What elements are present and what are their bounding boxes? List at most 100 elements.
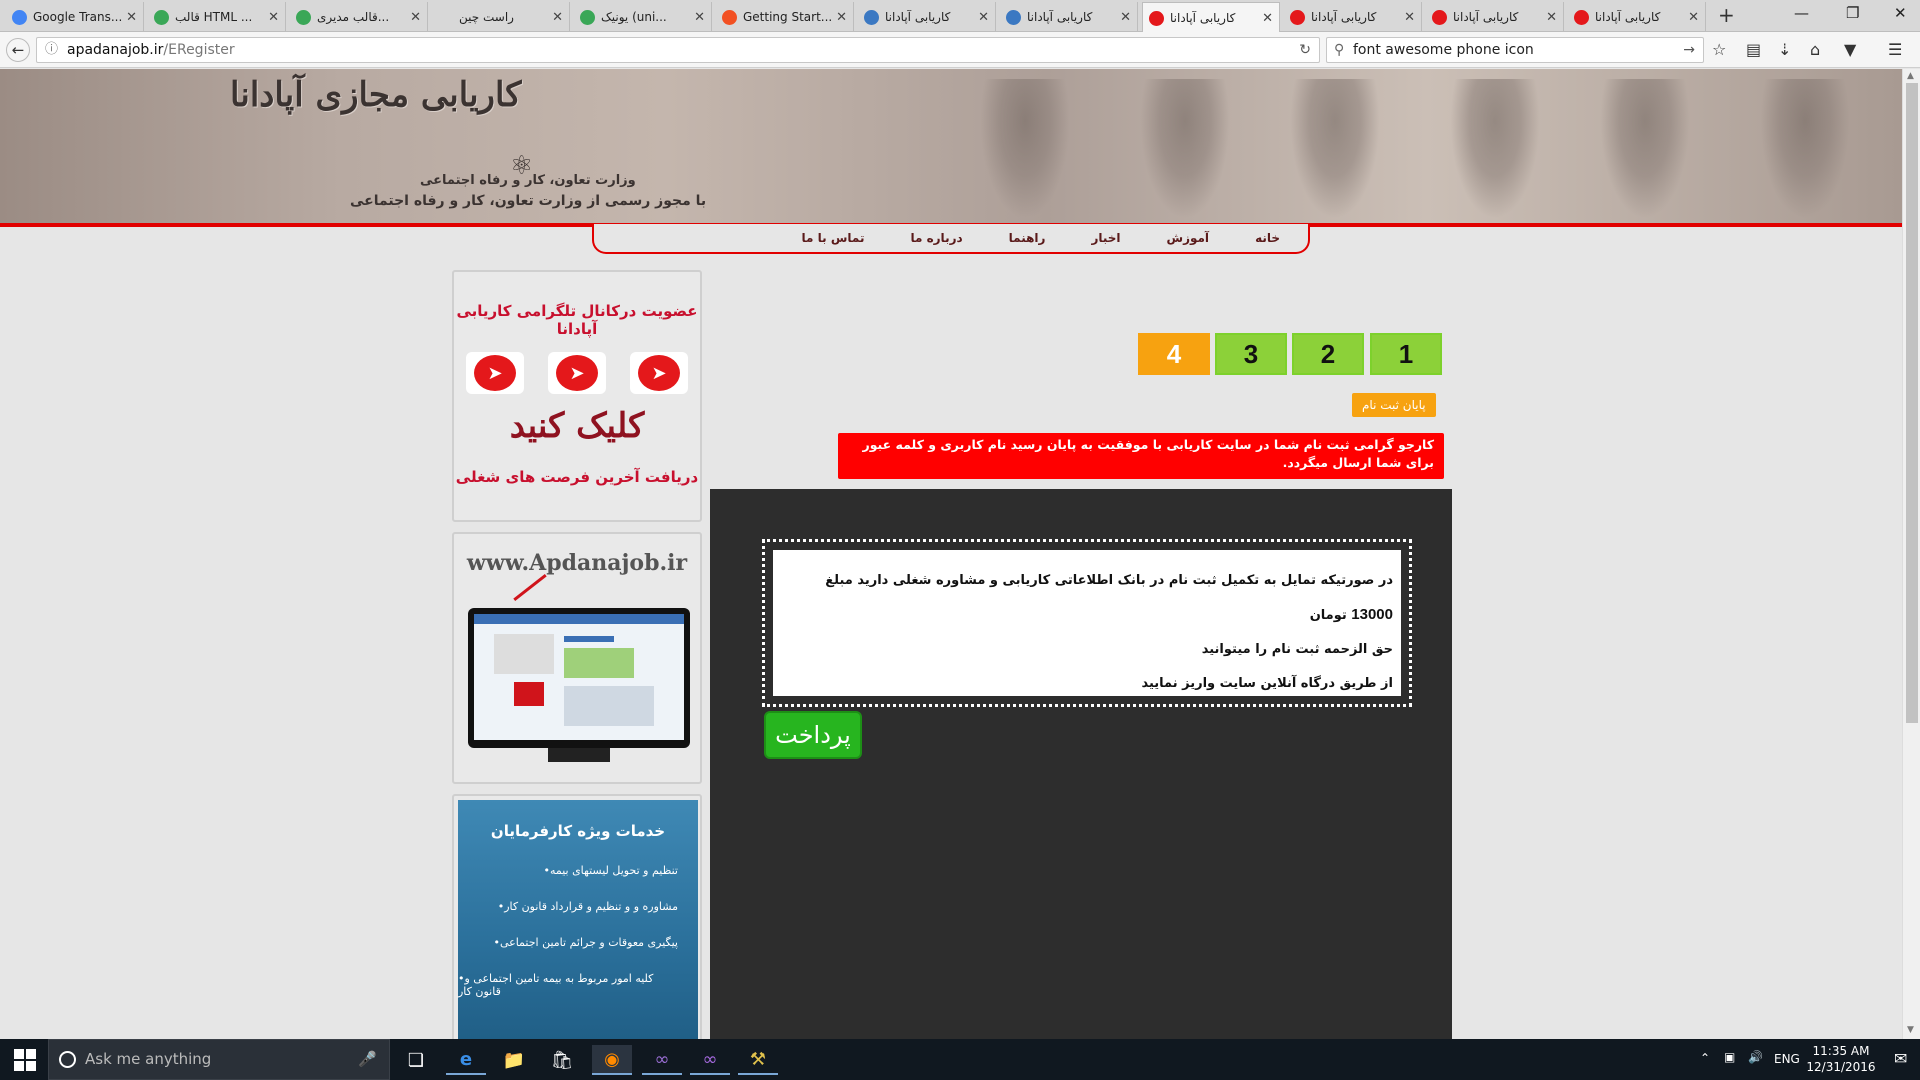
close-window-button[interactable]: ✕ [1894,4,1907,22]
volume-icon[interactable]: 🔊 [1748,1050,1763,1064]
reading-list-icon[interactable]: ▤ [1746,40,1761,59]
file-explorer-icon[interactable]: 📁 [494,1045,534,1075]
pocket-icon[interactable]: ▼ [1844,40,1856,59]
employer-item: •کلیه امور مربوط به بیمه تامین اجتماعی و… [458,972,654,998]
back-button[interactable]: ← [6,38,30,62]
tray-chevron-icon[interactable]: ⌃ [1700,1051,1710,1065]
browser-tab[interactable]: کاریابی آپادانا ✕ [1000,2,1138,32]
tab-close-icon[interactable]: ✕ [410,10,421,25]
bookmark-star-icon[interactable]: ☆ [1712,40,1726,59]
tab-title: یونیک (uni... [601,10,667,24]
visual-studio-2-icon[interactable]: ∞ [690,1045,730,1075]
browser-tab[interactable]: کاریابی آپادانا ✕ [1426,2,1564,32]
minimize-button[interactable]: — [1794,4,1809,22]
site-info-icon[interactable]: ⓘ [45,38,58,62]
home-icon[interactable]: ⌂ [1810,40,1820,59]
page-scrollbar[interactable]: ▲ ▼ [1902,69,1920,1039]
clock[interactable]: 11:35 AM 12/31/2016 [1796,1043,1886,1075]
cortana-placeholder: Ask me anything [85,1050,212,1068]
success-message: کارجو گرامی ثبت نام شما در سایت کاریابی … [838,433,1444,479]
tab-close-icon[interactable]: ✕ [268,10,279,25]
site-promo-widget[interactable]: www.Apdanajob.ir [452,532,702,784]
tool-icon[interactable]: ⚒ [738,1045,778,1075]
address-bar[interactable]: ⓘ apadanajob.ir/ERegister ↻ [36,37,1320,63]
windows-start-icon[interactable] [14,1049,36,1071]
browser-tab[interactable]: Getting Start... ✕ [716,2,854,32]
tab-favicon-icon [1290,9,1305,25]
tab-close-icon[interactable]: ✕ [694,10,705,25]
payment-info-frame: در صورتیکه تمایل به تکمیل ثبت نام در بان… [762,539,1412,707]
tab-favicon-icon [12,9,27,25]
reload-icon[interactable]: ↻ [1299,38,1311,62]
telegram-icon[interactable]: ➤ [548,352,606,394]
search-input[interactable]: ⚲ font awesome phone icon → [1326,37,1704,63]
url-host: apadanajob.ir [67,42,164,58]
visual-studio-icon[interactable]: ∞ [642,1045,682,1075]
pay-button[interactable]: پرداخت [764,711,862,759]
cortana-search-box[interactable]: Ask me anything 🎤 [48,1039,390,1080]
tab-favicon-icon [1432,9,1447,25]
new-tab-button[interactable]: + [1718,3,1735,27]
browser-tab[interactable]: کاریابی آپادانا ✕ [1568,2,1706,32]
scroll-up-icon[interactable]: ▲ [1907,71,1914,81]
clock-date: 12/31/2016 [1806,1060,1876,1074]
scroll-down-icon[interactable]: ▼ [1907,1025,1914,1035]
tab-favicon-icon [296,9,311,25]
microphone-icon[interactable]: 🎤 [358,1040,377,1079]
menu-icon[interactable]: ☰ [1888,40,1902,59]
windows-taskbar: Ask me anything 🎤 ❏ e 📁 🛍 ◉ ∞ ∞ ⚒ ⌃ ▣ 🔊 … [0,1039,1920,1080]
browser-tab[interactable]: Google Trans... ✕ [6,2,144,32]
browser-tab[interactable]: کاریابی آپادانا ✕ [1142,2,1280,33]
tab-close-icon[interactable]: ✕ [1688,10,1699,25]
browser-tab-bar: Google Trans... ✕ قالب HTML ... ✕ قالب مدیری… [0,0,1920,33]
download-icon[interactable]: ⇣ [1778,40,1791,59]
tab-close-icon[interactable]: ✕ [1120,10,1131,25]
menu-item-about[interactable]: درباره ما [910,231,962,245]
notification-icon[interactable]: ✉ [1894,1049,1907,1068]
browser-tab[interactable]: کاریابی آپادانا ✕ [1284,2,1422,32]
menu-item-home[interactable]: خانه [1255,231,1280,245]
monitor-image [468,608,690,762]
tab-close-icon[interactable]: ✕ [836,10,847,25]
scrollbar-thumb[interactable] [1906,83,1918,723]
menu-item-contact[interactable]: تماس با ما [802,231,865,245]
browser-tab[interactable]: یونیک (uni... ✕ [574,2,712,32]
network-icon[interactable]: ▣ [1724,1050,1735,1064]
maximize-button[interactable]: ❐ [1846,4,1859,22]
tab-close-icon[interactable]: ✕ [1262,11,1273,26]
relief-figure [1140,79,1230,219]
tab-title: کاریابی آپادانا [1595,10,1661,24]
store-icon[interactable]: 🛍 [542,1045,582,1075]
menu-item-guide[interactable]: راهنما [1009,231,1046,245]
tab-favicon-icon [864,9,879,25]
browser-tab[interactable]: قالب HTML ... ✕ [148,2,286,32]
fee-amount: 13000 [1351,606,1393,623]
tab-close-icon[interactable]: ✕ [126,10,137,25]
firefox-icon[interactable]: ◉ [592,1045,632,1075]
menu-item-training[interactable]: آموزش [1167,231,1210,245]
tab-title: قالب مدیری... [317,10,390,24]
browser-nav-bar: ← ⓘ apadanajob.ir/ERegister ↻ ⚲ font awe… [0,32,1920,68]
tab-close-icon[interactable]: ✕ [552,10,563,25]
tab-close-icon[interactable]: ✕ [1404,10,1415,25]
cortana-icon [59,1051,76,1068]
telegram-icon[interactable]: ➤ [466,352,524,394]
search-go-icon[interactable]: → [1683,38,1695,62]
telegram-icon[interactable]: ➤ [630,352,688,394]
employer-services-widget[interactable]: خدمات ویژه کارفرمایان •تنظیم و تحویل لیس… [452,794,702,1039]
tab-close-icon[interactable]: ✕ [1546,10,1557,25]
tab-favicon-icon [438,9,453,25]
clock-time: 11:35 AM [1812,1044,1870,1058]
task-view-icon[interactable]: ❏ [396,1045,436,1075]
telegram-widget[interactable]: عضویت درکانال تلگرامی کاریابی آپادانا ➤ … [452,270,702,522]
menu-item-news[interactable]: اخبار [1091,231,1120,245]
tab-title: قالب HTML ... [175,10,253,24]
browser-tab[interactable]: کاریابی آپادانا ✕ [858,2,996,32]
employer-title: خدمات ویژه کارفرمایان [490,822,666,840]
browser-tab[interactable]: قالب مدیری... ✕ [290,2,428,32]
edge-icon[interactable]: e [446,1045,486,1075]
tab-title: کاریابی آپادانا [1453,10,1519,24]
telegram-click-label[interactable]: کلیک کنید [454,406,700,446]
browser-tab[interactable]: راست چین ✕ [432,2,570,32]
tab-close-icon[interactable]: ✕ [978,10,989,25]
